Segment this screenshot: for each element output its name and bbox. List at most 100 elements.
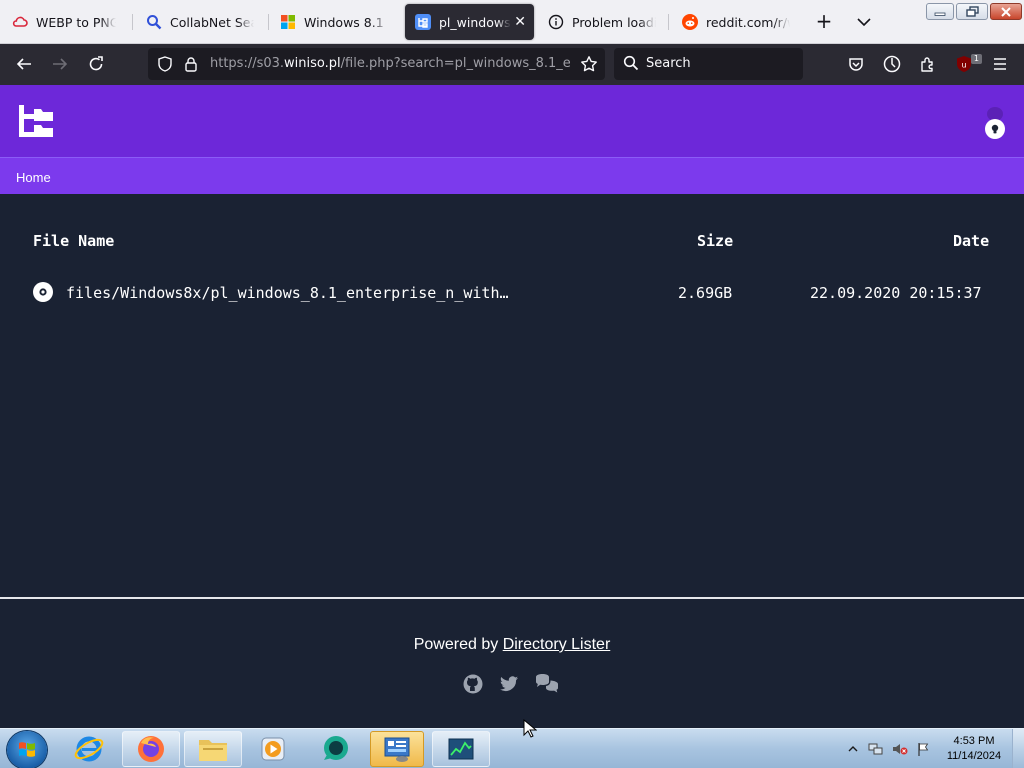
arrow-left-icon (16, 58, 31, 70)
close-tab-icon[interactable]: ✕ (514, 14, 526, 30)
pocket-icon (849, 58, 863, 71)
windows-logo-icon (280, 14, 296, 30)
show-hidden-icons-icon[interactable] (846, 742, 860, 756)
folder-icon (199, 740, 227, 761)
page-content: Home File Name Size Date files/Windows8x… (0, 85, 1024, 728)
account-circle-icon (883, 55, 901, 73)
tab-windows-8-1[interactable]: Windows 8.1 wit (270, 4, 398, 40)
network-icon[interactable] (868, 742, 884, 756)
file-date: 22.09.2020 20:15:37 (810, 284, 982, 302)
svg-text:u: u (961, 61, 966, 70)
show-desktop-button[interactable] (1012, 729, 1024, 768)
lightbulb-icon (991, 124, 999, 134)
column-header-size[interactable]: Size (697, 232, 733, 250)
restore-icon (965, 6, 979, 17)
chat-app-icon (324, 736, 348, 760)
column-header-file-name[interactable]: File Name (33, 232, 114, 250)
reload-button[interactable] (84, 52, 108, 76)
breadcrumb-home-link[interactable]: Home (16, 170, 51, 185)
tab-title: CollabNet SearX (170, 14, 254, 30)
info-icon (548, 14, 564, 30)
tab-title: Problem loading (572, 14, 656, 30)
firefox-icon (138, 736, 164, 762)
footer-social-icons (462, 673, 562, 695)
theme-toggle-button[interactable] (985, 119, 1005, 139)
tab-pl-windows-active[interactable]: pl_windows_8 ✕ (405, 4, 534, 40)
tab-title: WEBP to PNG | C (36, 14, 116, 30)
cloud-convert-icon (12, 14, 28, 30)
tab-reddit[interactable]: reddit.com/r/wi (672, 4, 800, 40)
bookmark-star-icon[interactable] (580, 55, 598, 73)
url-bar[interactable]: https://s03.winiso.pl/file.php?search=pl… (148, 48, 605, 80)
start-button[interactable] (7, 731, 47, 768)
directory-lister-logo[interactable] (19, 105, 53, 137)
minimize-icon (934, 12, 946, 16)
reddit-icon (682, 14, 698, 30)
footer-powered-by: Powered by Directory Lister (0, 636, 1024, 654)
file-row[interactable]: files/Windows8x/pl_windows_8.1_enterpris… (16, 274, 1008, 312)
media-player-icon (261, 737, 285, 761)
github-icon[interactable] (462, 673, 484, 695)
url-text[interactable]: https://s03.winiso.pl/file.php?search=pl… (210, 56, 570, 71)
forward-button[interactable] (48, 52, 72, 76)
site-header (0, 85, 1024, 157)
navigation-toolbar: https://s03.winiso.pl/file.php?search=pl… (0, 44, 1024, 85)
taskbar-file-explorer[interactable] (184, 731, 242, 767)
tab-webp-to-png[interactable]: WEBP to PNG | C (2, 4, 126, 40)
windows-taskbar: 4:53 PM 11/14/2024 (0, 719, 1024, 768)
search-icon (623, 55, 639, 75)
tab-title: pl_windows_8 (439, 14, 511, 30)
minimize-button[interactable] (926, 3, 954, 20)
ublock-button[interactable]: u 1 (952, 52, 982, 76)
tab-title: Windows 8.1 wit (304, 14, 388, 30)
footer-divider (0, 597, 1024, 599)
list-all-tabs-button[interactable] (852, 10, 876, 34)
arrow-right-icon (53, 58, 68, 70)
twitter-icon[interactable] (498, 673, 520, 695)
hamburger-menu-icon (994, 58, 1006, 70)
search-icon (146, 14, 162, 30)
account-button[interactable] (880, 52, 904, 76)
powered-by-label: Powered by (413, 636, 499, 653)
restore-button[interactable] (956, 3, 988, 20)
ublock-shield-icon: u (957, 56, 971, 72)
taskbar-media-player[interactable] (244, 731, 302, 767)
mouse-cursor-icon (523, 719, 537, 738)
tab-title: reddit.com/r/wi (706, 14, 790, 30)
lock-icon[interactable] (182, 55, 200, 73)
back-button[interactable] (12, 52, 36, 76)
clock-time: 4:53 PM (953, 735, 995, 747)
extensions-button[interactable] (916, 52, 940, 76)
shield-icon[interactable] (156, 55, 174, 73)
volume-muted-icon[interactable] (892, 742, 908, 756)
taskbar-task-manager[interactable] (432, 731, 490, 767)
file-name[interactable]: files/Windows8x/pl_windows_8.1_enterpris… (66, 284, 509, 302)
pocket-button[interactable] (844, 52, 868, 76)
puzzle-icon (921, 57, 933, 72)
action-center-flag-icon[interactable] (916, 742, 930, 756)
disc-icon (33, 282, 53, 302)
directory-lister-icon (415, 14, 431, 30)
close-icon (1001, 6, 1011, 17)
search-bar[interactable]: Search (614, 48, 803, 80)
tab-problem-loading[interactable]: Problem loading (538, 4, 666, 40)
taskbar-control-panel[interactable] (370, 731, 424, 767)
search-placeholder: Search (646, 56, 691, 71)
chat-bubbles-icon[interactable] (534, 673, 562, 695)
directory-lister-link[interactable]: Directory Lister (503, 636, 611, 653)
file-size: 2.69GB (678, 284, 733, 302)
new-tab-button[interactable]: + (812, 10, 836, 34)
taskbar-internet-explorer[interactable] (60, 731, 118, 767)
tab-collabnet-searx[interactable]: CollabNet SearX (136, 4, 264, 40)
taskbar-chat-app[interactable] (306, 731, 364, 767)
windows-logo-icon (19, 742, 35, 757)
clock-date: 11/14/2024 (946, 750, 1002, 762)
system-clock[interactable]: 4:53 PM 11/14/2024 (934, 734, 1014, 764)
chevron-down-icon (857, 18, 871, 27)
close-window-button[interactable] (990, 3, 1022, 20)
column-header-date[interactable]: Date (953, 232, 989, 250)
control-panel-icon (384, 737, 410, 762)
breadcrumb: Home (0, 157, 1024, 194)
menu-button[interactable] (988, 52, 1012, 76)
taskbar-firefox[interactable] (122, 731, 180, 767)
